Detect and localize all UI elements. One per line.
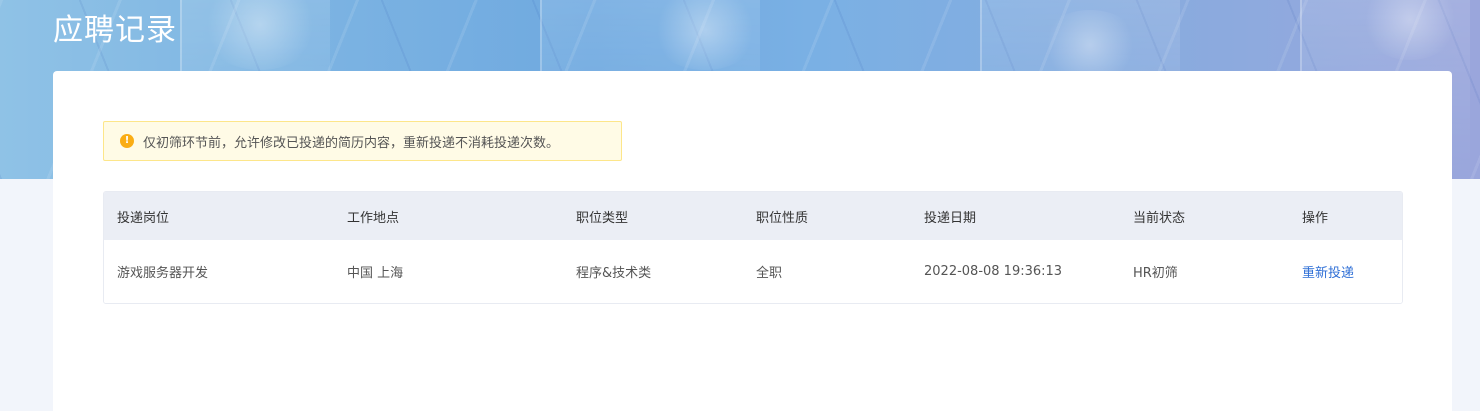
- content-card: ! 仅初筛环节前，允许修改已投递的简历内容，重新投递不消耗投递次数。 投递岗位 …: [53, 71, 1452, 411]
- cell-location: 中国 上海: [347, 266, 404, 281]
- banner-art-shape: [1040, 10, 1140, 80]
- column-header-location: 工作地点: [347, 210, 400, 226]
- cell-date: 2022-08-08 19:36:13: [924, 264, 1063, 279]
- table-header: 投递岗位 工作地点 职位类型 职位性质 投递日期 当前状态 操作: [104, 192, 1402, 240]
- column-header-date: 投递日期: [924, 210, 977, 226]
- cell-status: HR初筛: [1133, 266, 1178, 281]
- cell-type: 程序&技术类: [576, 266, 652, 281]
- column-header-nature: 职位性质: [756, 210, 809, 226]
- column-header-type: 职位类型: [576, 210, 629, 226]
- notice-text: 仅初筛环节前，允许修改已投递的简历内容，重新投递不消耗投递次数。: [143, 135, 560, 151]
- cell-nature: 全职: [756, 266, 783, 281]
- table-row: 游戏服务器开发 中国 上海 程序&技术类 全职 2022-08-08 19:36…: [104, 240, 1402, 303]
- resubmit-link[interactable]: 重新投递: [1302, 262, 1402, 281]
- column-header-position: 投递岗位: [117, 210, 170, 226]
- notice-banner: ! 仅初筛环节前，允许修改已投递的简历内容，重新投递不消耗投递次数。: [103, 121, 622, 161]
- cell-position: 游戏服务器开发: [117, 266, 209, 281]
- page-title: 应聘记录: [53, 13, 177, 48]
- column-header-action: 操作: [1302, 210, 1329, 226]
- warning-icon: !: [120, 134, 134, 148]
- column-header-status: 当前状态: [1133, 210, 1186, 226]
- application-table: 投递岗位 工作地点 职位类型 职位性质 投递日期 当前状态 操作 游戏服务器开发…: [103, 191, 1403, 304]
